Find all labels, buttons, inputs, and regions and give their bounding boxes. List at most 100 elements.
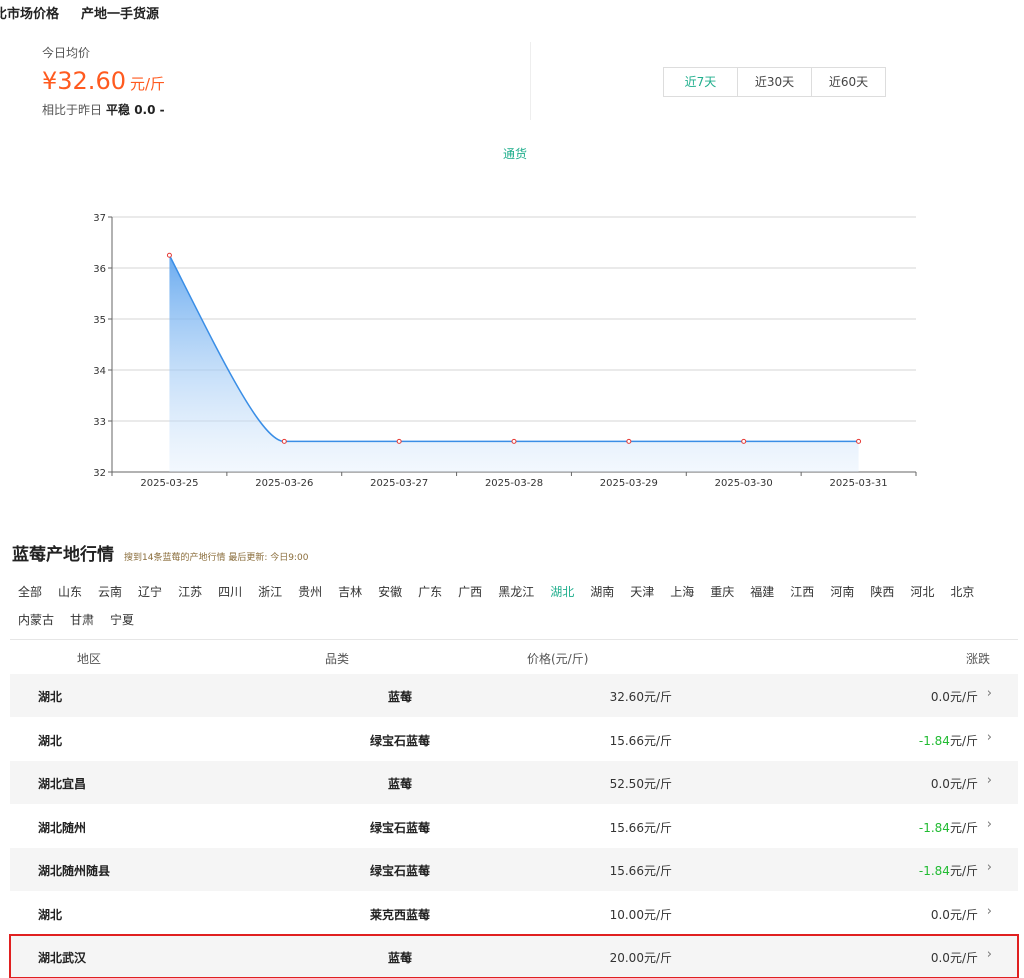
- region-10[interactable]: 广东: [418, 578, 442, 606]
- chevron-right-icon[interactable]: ›: [987, 817, 992, 832]
- region-23[interactable]: 北京: [950, 578, 974, 606]
- region-4[interactable]: 江苏: [178, 578, 202, 606]
- region-0[interactable]: 全部: [18, 578, 42, 606]
- cell-price: 15.66元/斤: [609, 733, 672, 748]
- region-8[interactable]: 吉林: [338, 578, 362, 606]
- table-row[interactable]: 湖北宜昌 蓝莓 52.50元/斤 0.0元/斤 ›: [10, 761, 1018, 804]
- header-region: 地区: [77, 652, 102, 666]
- tab-30-days[interactable]: 近30天: [737, 68, 811, 96]
- cell-price: 15.66元/斤: [609, 820, 672, 835]
- x-tick-label: 2025-03-30: [715, 478, 773, 489]
- table-row[interactable]: 湖北 蓝莓 32.60元/斤 0.0元/斤 ›: [10, 674, 1018, 717]
- region-1[interactable]: 山东: [58, 578, 82, 606]
- price-trend-chart: 32 33 34 35 36 37 2025-03-25 2025-03-26 2025-03-…: [93, 213, 917, 489]
- header-price: 价格(元/斤): [527, 652, 589, 666]
- chevron-right-icon[interactable]: ›: [987, 860, 992, 875]
- region-26[interactable]: 宁夏: [110, 606, 134, 634]
- x-tick-label: 2025-03-31: [830, 478, 888, 489]
- region-5[interactable]: 四川: [218, 578, 242, 606]
- region-9[interactable]: 安徽: [378, 578, 402, 606]
- data-point: [856, 438, 862, 444]
- cell-kind: 绿宝石蓝莓: [369, 820, 430, 835]
- tab-7-days[interactable]: 近7天: [664, 68, 737, 96]
- region-25[interactable]: 甘肃: [70, 606, 94, 634]
- table-row[interactable]: 湖北 绿宝石蓝莓 15.66元/斤 -1.84元/斤 ›: [10, 718, 1018, 761]
- region-filter: 全部 山东 云南 辽宁 江苏 四川 浙江 贵州 吉林 安徽 广东 广西 黑龙江 湖北 湖南 天津 上海 重庆 福建江…: [18, 578, 1008, 634]
- price-compare: 相比于昨日 平稳 0.0 -: [42, 101, 165, 118]
- region-11[interactable]: 广西: [458, 578, 482, 606]
- nav-market-price[interactable]: 比市场价格: [0, 3, 59, 23]
- region-24[interactable]: 内蒙古: [18, 606, 54, 634]
- table-row[interactable]: 湖北 莱克西蓝莓 10.00元/斤 0.0元/斤 ›: [10, 892, 1018, 935]
- region-2[interactable]: 云南: [98, 578, 122, 606]
- region-18[interactable]: 福建: [750, 578, 774, 606]
- change-value: -1.84: [918, 864, 950, 878]
- region-21[interactable]: 陕西: [870, 578, 894, 606]
- chevron-right-icon[interactable]: ›: [987, 686, 992, 701]
- x-tick-label: 2025-03-25: [140, 478, 198, 489]
- chart-legend[interactable]: 通货: [470, 145, 560, 162]
- table-row[interactable]: 湖北随州随县 绿宝石蓝莓 15.66元/斤 -1.84元/斤 ›: [10, 848, 1018, 891]
- price-summary: 今日均价 ¥32.60 元/斤 相比于昨日 平稳 0.0 -: [42, 44, 165, 118]
- y-tick-label: 34: [93, 366, 106, 377]
- chevron-right-icon[interactable]: ›: [987, 904, 992, 919]
- cell-price: 10.00元/斤: [609, 907, 672, 922]
- y-tick-label: 37: [93, 213, 106, 224]
- compare-value: 平稳 0.0 -: [106, 103, 165, 117]
- cell-region: 湖北: [38, 690, 63, 704]
- region-13[interactable]: 湖北: [550, 578, 574, 606]
- chevron-right-icon[interactable]: ›: [987, 730, 992, 745]
- cell-region: 湖北随州: [38, 820, 87, 835]
- change-unit: 元/斤: [949, 907, 978, 922]
- cell-price: 32.60元/斤: [609, 690, 672, 704]
- region-6[interactable]: 浙江: [258, 578, 282, 606]
- table-header: 地区 品类 价格(元/斤) 涨跌: [10, 644, 1018, 672]
- cell-change: 0.0元/斤: [931, 688, 978, 705]
- change-unit: 元/斤: [949, 864, 978, 878]
- change-value: 0.0: [930, 777, 950, 791]
- change-unit: 元/斤: [949, 777, 978, 791]
- table-row[interactable]: 湖北武汉 蓝莓 20.00元/斤 0.0元/斤 ›: [9, 934, 1019, 978]
- y-tick-label: 32: [93, 468, 106, 479]
- top-nav: 比市场价格 产地一手货源: [0, 3, 159, 23]
- compare-label: 相比于昨日: [42, 103, 103, 117]
- region-16[interactable]: 上海: [670, 578, 694, 606]
- region-20[interactable]: 河南: [830, 578, 854, 606]
- cell-change: 0.0元/斤: [931, 949, 978, 966]
- y-tick-label: 36: [93, 264, 106, 275]
- data-point: [511, 438, 517, 444]
- chevron-right-icon[interactable]: ›: [987, 947, 992, 962]
- cell-change: -1.84元/斤: [919, 732, 978, 749]
- price-value: ¥32.60: [42, 67, 126, 95]
- region-17[interactable]: 重庆: [710, 578, 734, 606]
- y-tick-label: 35: [93, 315, 106, 326]
- change-value: -1.84: [918, 820, 950, 835]
- price-main: ¥32.60 元/斤: [42, 67, 165, 95]
- table-row[interactable]: 湖北随州 绿宝石蓝莓 15.66元/斤 -1.84元/斤 ›: [10, 805, 1018, 848]
- change-unit: 元/斤: [949, 820, 978, 835]
- section-title: 蓝莓产地行情: [12, 545, 114, 565]
- chevron-right-icon[interactable]: ›: [987, 773, 992, 788]
- region-7[interactable]: 贵州: [298, 578, 322, 606]
- nav-source-supply[interactable]: 产地一手货源: [81, 3, 159, 23]
- change-unit: 元/斤: [949, 733, 978, 748]
- region-15[interactable]: 天津: [630, 578, 654, 606]
- cell-kind: 蓝莓: [387, 690, 412, 704]
- change-value: 0.0: [930, 690, 950, 704]
- data-point: [281, 438, 287, 444]
- header-change: 涨跌: [965, 652, 990, 666]
- x-tick-label: 2025-03-27: [370, 478, 428, 489]
- region-12[interactable]: 黑龙江: [498, 578, 534, 606]
- change-value: 0.0: [930, 907, 950, 922]
- range-tabs: 近7天 近30天 近60天: [663, 67, 886, 97]
- cell-price: 20.00元/斤: [609, 951, 672, 965]
- region-19[interactable]: 江西: [790, 578, 814, 606]
- region-14[interactable]: 湖南: [590, 578, 614, 606]
- cell-region: 湖北: [38, 733, 63, 748]
- data-point: [626, 438, 632, 444]
- cell-change: 0.0元/斤: [931, 775, 978, 792]
- region-3[interactable]: 辽宁: [138, 578, 162, 606]
- header-kind: 品类: [325, 652, 350, 666]
- tab-60-days[interactable]: 近60天: [811, 68, 885, 96]
- region-22[interactable]: 河北: [910, 578, 934, 606]
